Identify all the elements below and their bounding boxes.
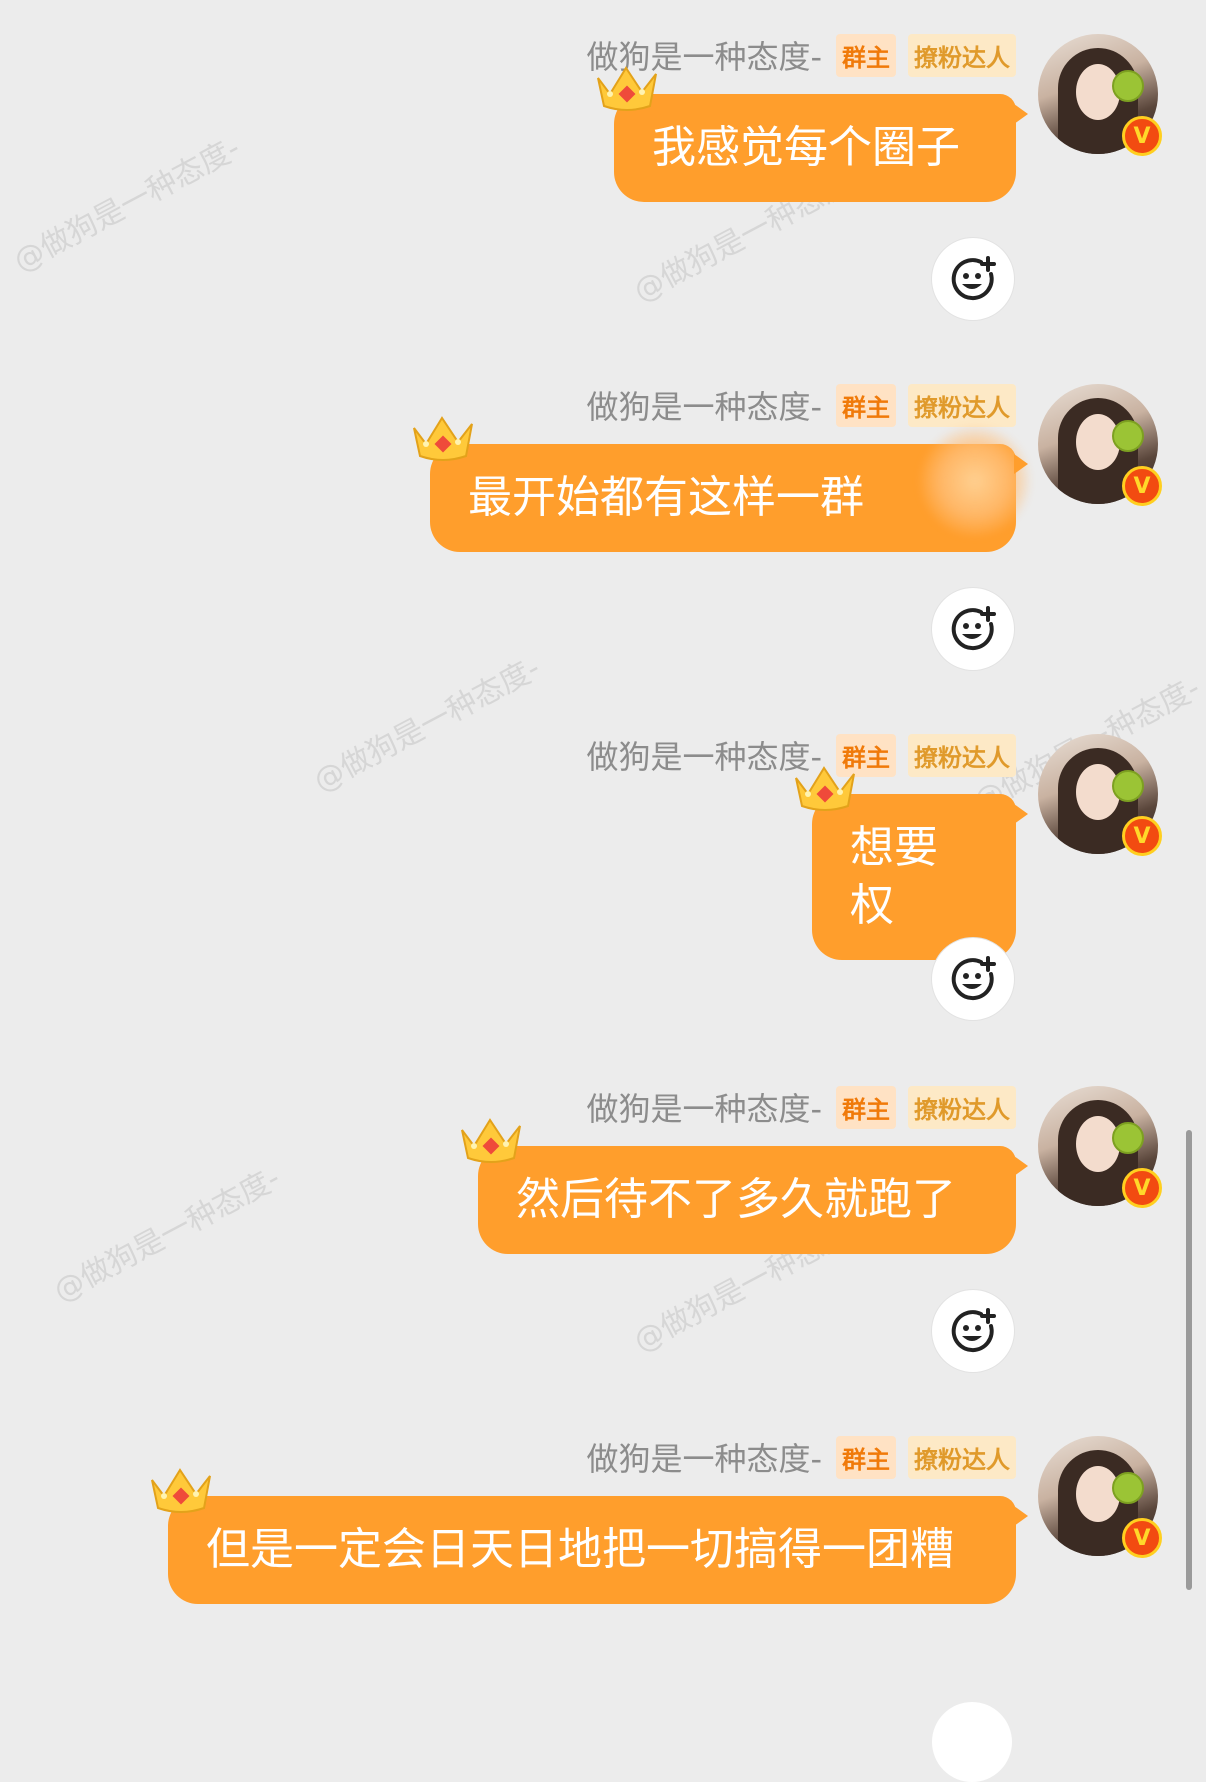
message-text: 想要权 xyxy=(850,822,938,931)
add-reaction-button[interactable] xyxy=(932,238,1014,320)
verified-v-icon: V xyxy=(1122,466,1162,506)
owner-badge: 群主 xyxy=(836,1085,896,1129)
emoji-add-icon xyxy=(951,256,996,301)
crown-icon xyxy=(413,416,473,461)
scrollbar[interactable] xyxy=(1186,1130,1192,1590)
owner-badge: 群主 xyxy=(836,33,896,77)
message-bubble[interactable]: 我感觉每个圈子 xyxy=(597,66,1028,202)
fan-badge: 撩粉达人 xyxy=(908,383,1016,427)
verified-v-icon: V xyxy=(1122,116,1162,156)
sender-name[interactable]: 做狗是一种态度- xyxy=(586,1084,822,1130)
sender-name[interactable]: 做狗是一种态度- xyxy=(586,382,822,428)
message-text: 但是一定会日天日地把一切搞得一团糟 xyxy=(206,1524,954,1575)
emoji-add-icon xyxy=(951,956,996,1001)
owner-badge: 群主 xyxy=(836,1435,896,1479)
fan-badge: 撩粉达人 xyxy=(908,1085,1016,1129)
message-text: 然后待不了多久就跑了 xyxy=(516,1174,956,1225)
avatar[interactable]: V xyxy=(1038,384,1162,506)
message-text: 我感觉每个圈子 xyxy=(652,122,960,173)
message-bubble[interactable]: 但是一定会日天日地把一切搞得一团糟 xyxy=(151,1468,1028,1604)
message-text: 最开始都有这样一群 xyxy=(468,472,864,523)
crown-icon xyxy=(151,1468,211,1513)
sender-name[interactable]: 做狗是一种态度- xyxy=(586,1434,822,1480)
avatar[interactable]: V xyxy=(1038,1436,1162,1558)
sender-row: 做狗是一种态度- 群主 撩粉达人 xyxy=(586,1434,1016,1480)
fan-badge: 撩粉达人 xyxy=(908,733,1016,777)
fan-badge: 撩粉达人 xyxy=(908,33,1016,77)
message-bubble[interactable]: 想要权 xyxy=(795,766,1028,960)
emoji-add-icon xyxy=(951,606,996,651)
emoji-add-icon xyxy=(951,1308,996,1353)
owner-badge: 群主 xyxy=(836,383,896,427)
message-bubble[interactable]: 最开始都有这样一群 xyxy=(413,416,1030,552)
add-reaction-button[interactable] xyxy=(932,938,1014,1020)
message-bubble[interactable]: 然后待不了多久就跑了 xyxy=(461,1118,1028,1254)
avatar[interactable]: V xyxy=(1038,34,1162,156)
sender-row: 做狗是一种态度- 群主 撩粉达人 xyxy=(586,1084,1016,1130)
watermark: @做狗是一种态度- xyxy=(308,650,547,800)
add-reaction-button[interactable] xyxy=(932,588,1014,670)
watermark: @做狗是一种态度- xyxy=(8,130,247,280)
avatar[interactable]: V xyxy=(1038,1086,1162,1208)
redaction-blur xyxy=(920,426,1030,536)
crown-icon xyxy=(795,766,855,811)
avatar[interactable]: V xyxy=(1038,734,1162,856)
crown-icon xyxy=(597,66,657,111)
verified-v-icon: V xyxy=(1122,1168,1162,1208)
sender-row: 做狗是一种态度- 群主 撩粉达人 xyxy=(586,382,1016,428)
verified-v-icon: V xyxy=(1122,1518,1162,1558)
add-reaction-button[interactable] xyxy=(932,1290,1014,1372)
add-reaction-button[interactable] xyxy=(932,1702,1012,1782)
sender-name[interactable]: 做狗是一种态度- xyxy=(586,732,822,778)
watermark: @做狗是一种态度- xyxy=(48,1160,287,1310)
verified-v-icon: V xyxy=(1122,816,1162,856)
crown-icon xyxy=(461,1118,521,1163)
fan-badge: 撩粉达人 xyxy=(908,1435,1016,1479)
